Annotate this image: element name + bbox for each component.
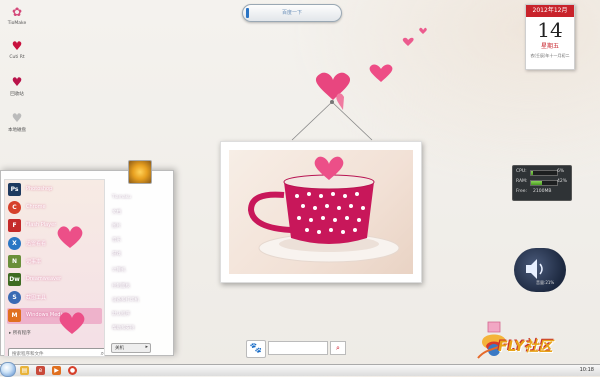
heart-icon: ♥	[11, 111, 23, 125]
desktop-icon-label: 回收站	[10, 92, 24, 97]
desktop-icon-label: 本地磁盘	[8, 128, 26, 133]
cpu-percent: 6%	[557, 169, 565, 174]
heart-decoration	[57, 226, 85, 334]
desktop-icon-label: Cuti Rt	[9, 55, 25, 60]
search-placeholder: 搜索程序和文件	[12, 352, 44, 357]
media-player-icon[interactable]: ▶	[52, 366, 61, 375]
desktop-icon-cuti[interactable]: ♥ Cuti Rt	[4, 39, 30, 61]
chevron-right-icon: ▸	[145, 344, 148, 350]
search-icon: ⌕	[100, 350, 104, 357]
volume-label: 音量:21%	[536, 280, 555, 285]
taskbar-clock[interactable]: 10:18	[580, 367, 594, 373]
right-link[interactable]: 设备和打印机	[112, 297, 139, 303]
ram-bar-fill	[531, 181, 542, 185]
hanging-hearts-decoration	[291, 27, 427, 141]
right-link[interactable]: 文档	[112, 209, 121, 215]
snipping-tool-icon: S	[8, 291, 21, 304]
right-link[interactable]: 图片	[112, 223, 121, 229]
program-name: Photoshop	[26, 186, 53, 192]
desktop-icon-label: TioMake	[7, 21, 27, 26]
right-link[interactable]: 控制面板	[112, 283, 130, 289]
photo-frame	[220, 141, 422, 283]
right-link[interactable]: 计算机	[112, 267, 126, 273]
ram-label: RAM:	[516, 179, 528, 184]
free-value: 2100MB	[533, 189, 552, 194]
system-monitor-widget[interactable]: CPU: 6% RAM: 42% Free: 2100MB	[512, 165, 572, 201]
right-link[interactable]: 游戏	[112, 251, 121, 257]
calendar-lunar: 农(壬辰)年十一月初二	[530, 53, 570, 58]
program-name: 截图工具	[26, 295, 47, 301]
calendar-day: 14	[537, 18, 563, 42]
program-name: 记事本	[26, 259, 42, 265]
ram-percent: 42%	[557, 179, 568, 184]
top-search-label: 百度一下	[281, 10, 302, 16]
photoshop-icon: Ps	[8, 183, 21, 196]
cpu-bar-fill	[531, 171, 533, 175]
program-item[interactable]: Ps Photoshop	[7, 182, 102, 198]
paw-icon[interactable]: 🐾	[246, 340, 266, 358]
watermark-logo: FLY社区	[476, 318, 586, 364]
right-link[interactable]: Tiamaku	[112, 195, 131, 200]
taskbar: ▤ e ▶ ● 10:18	[0, 364, 600, 376]
free-label: Free:	[516, 189, 528, 194]
right-link[interactable]: 默认程序	[112, 311, 130, 317]
calendar-weekday: 星期五	[540, 43, 559, 50]
flower-icon: ✿	[11, 5, 23, 19]
start-menu[interactable]: Ps Photoshop C Chrome F Flash Player X 迅…	[0, 170, 174, 357]
shutdown-label: 关机	[115, 346, 124, 351]
user-avatar[interactable]	[128, 160, 152, 184]
start-search-input[interactable]: 搜索程序和文件 ⌕	[8, 348, 104, 357]
chrome-icon[interactable]: ●	[68, 366, 77, 375]
calendar-widget[interactable]: 2012年12月 14 星期五 农(壬辰)年十一月初二	[525, 4, 575, 70]
search-icon[interactable]: ⌕	[330, 341, 346, 355]
calendar-month: 2012年12月	[526, 5, 574, 17]
baidu-search-widget: 🐾 ⌕	[246, 340, 346, 358]
heart-icon: ♥	[11, 39, 23, 53]
media-player-icon: M	[8, 309, 21, 322]
baidu-search-input[interactable]	[268, 341, 328, 355]
heart-icon	[419, 27, 427, 34]
all-programs-link[interactable]: ▸ 所有程序	[9, 330, 31, 336]
program-name: Chrome	[26, 204, 46, 210]
shutdown-button[interactable]: 关机 ▸	[111, 343, 151, 353]
right-link[interactable]: 帮助和支持	[112, 325, 135, 331]
program-name: 迅雷看看	[26, 241, 47, 247]
explorer-icon[interactable]: ▤	[20, 366, 29, 375]
cpu-bar	[530, 170, 558, 176]
watermark-text: FLY社区	[498, 339, 553, 355]
video-player-icon: X	[8, 237, 21, 250]
cpu-label: CPU:	[516, 169, 527, 174]
ram-bar	[530, 180, 558, 186]
dreamweaver-icon: Dw	[8, 273, 21, 286]
desktop-icon-recycle[interactable]: ♥ 回收站	[4, 75, 30, 98]
program-list: Ps Photoshop C Chrome F Flash Player X 迅…	[4, 179, 105, 357]
browser-icon[interactable]: e	[36, 366, 45, 375]
right-link[interactable]: 音乐	[112, 237, 121, 243]
speaker-icon	[526, 259, 543, 279]
desktop-icon-disk[interactable]: ♥ 本地磁盘	[4, 111, 30, 134]
chrome-icon: C	[8, 201, 21, 214]
volume-widget[interactable]: 音量:21%	[514, 248, 566, 292]
flash-icon: F	[8, 219, 21, 232]
all-programs-label: 所有程序	[12, 331, 31, 336]
heart-icon: ♥	[11, 75, 23, 89]
heart-icon	[402, 37, 414, 46]
teacup-illustration	[247, 156, 400, 263]
desktop-icon-tiomake[interactable]: ✿ TioMake	[4, 5, 30, 27]
heart-icon	[315, 72, 351, 100]
start-menu-right-pane: Tiamaku 文档 图片 音乐 游戏 计算机 控制面板 设备和打印机 默认程序…	[107, 171, 171, 355]
heart-icon	[369, 64, 393, 82]
teacup-photo	[229, 150, 413, 274]
notepad-icon: N	[8, 255, 21, 268]
